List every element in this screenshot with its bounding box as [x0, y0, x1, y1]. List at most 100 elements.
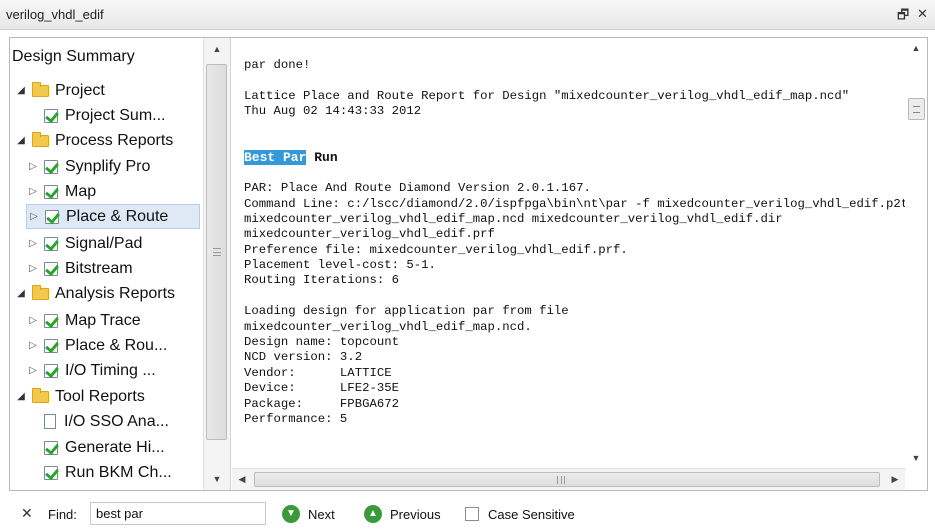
report-line: Design name: topcount — [244, 335, 399, 350]
find-input[interactable] — [90, 502, 266, 525]
report-line — [244, 289, 904, 304]
tree-item[interactable]: ◢ Analysis Reports — [14, 281, 175, 306]
expand-arrow-icon[interactable]: ▷ — [26, 315, 40, 326]
check-icon — [44, 184, 58, 199]
report-line: mixedcounter_verilog_vhdl_edif.prf — [244, 227, 495, 242]
report-text: par done! Lattice Place and Route Report … — [244, 58, 909, 427]
check-icon — [44, 363, 58, 378]
tree-item[interactable]: I/O SSO Ana... — [26, 409, 169, 434]
report-line: PAR: Place And Route Diamond Version 2.0… — [244, 181, 591, 196]
report-line: Thu Aug 02 14:43:33 2012 — [244, 104, 422, 119]
report-line: mixedcounter_verilog_vhdl_edif_map.ncd m… — [244, 211, 783, 226]
scroll-up-icon[interactable]: ▲ — [905, 38, 927, 58]
heading-rest: Run — [306, 150, 338, 166]
tree-item-label: Synplify Pro — [65, 157, 151, 175]
scroll-down-icon[interactable]: ▼ — [204, 468, 230, 490]
collapse-arrow-icon[interactable]: ◢ — [14, 391, 28, 402]
tree-item-label: Place & Route — [66, 207, 169, 225]
close-find-icon[interactable]: ✕ — [21, 505, 33, 522]
tree-item[interactable]: ▷ Map Trace — [26, 308, 140, 333]
document-icon — [44, 414, 56, 429]
tree-header[interactable]: Design Summary — [10, 38, 202, 70]
tree-item[interactable]: ▷ Signal/Pad — [26, 231, 142, 256]
case-sensitive-label: Case Sensitive — [488, 506, 575, 522]
checkbox-icon[interactable] — [465, 507, 479, 521]
report-scroll-thumb[interactable] — [908, 98, 925, 120]
next-label: Next — [308, 506, 335, 522]
report-line: NCD version: 3.2 — [244, 350, 363, 365]
report-line: Preference file: mixedcounter_verilog_vh… — [244, 242, 628, 257]
tree-item-label: Process Reports — [55, 131, 174, 149]
collapse-arrow-icon[interactable]: ◢ — [14, 85, 28, 96]
folder-icon — [32, 387, 49, 403]
collapse-arrow-icon[interactable]: ◢ — [14, 288, 28, 299]
close-icon[interactable]: ✕ — [917, 6, 928, 22]
expand-arrow-icon[interactable]: ▷ — [26, 238, 40, 249]
check-icon — [44, 236, 58, 251]
tree-item[interactable]: Generate Hi... — [26, 435, 165, 460]
tree-item-label: Signal/Pad — [65, 234, 143, 252]
tree-item[interactable]: Project Sum... — [26, 103, 165, 128]
expand-arrow-icon[interactable]: ▷ — [27, 211, 41, 222]
report-line: mixedcounter_verilog_vhdl_edif_map.ncd. — [244, 319, 532, 334]
report-line — [244, 135, 904, 150]
tree-scrollbar[interactable]: ▲ ▼ — [203, 38, 230, 490]
report-hscroll-thumb[interactable] — [254, 472, 880, 487]
tree-item-label: Project — [55, 81, 105, 99]
check-icon — [44, 108, 58, 123]
tree-item-label: Project Sum... — [65, 106, 166, 124]
report-line: Command Line: c:/lscc/diamond/2.0/ispfpg… — [244, 196, 909, 211]
report-line: Lattice Place and Route Report for Desig… — [244, 88, 850, 103]
tree-item-label: Run BKM Ch... — [65, 463, 172, 481]
tree-item[interactable]: Run BKM Ch... — [26, 460, 172, 485]
tree-item-label: Analysis Reports — [55, 284, 176, 302]
case-sensitive-checkbox[interactable]: Case Sensitive — [465, 503, 575, 525]
expand-arrow-icon[interactable]: ▷ — [26, 161, 40, 172]
expand-arrow-icon[interactable]: ▷ — [26, 340, 40, 351]
tree-item[interactable]: ◢ Tool Reports — [14, 384, 145, 409]
next-button[interactable]: ▼ Next — [282, 503, 335, 525]
report-line: Vendor: LATTICE — [244, 365, 392, 380]
report-line — [244, 166, 904, 181]
tree-item[interactable]: ◢ Process Reports — [14, 128, 173, 153]
tree-item[interactable]: ▷ Synplify Pro — [26, 154, 150, 179]
report-vertical-scrollbar[interactable]: ▲ ▼ — [905, 38, 927, 468]
previous-label: Previous — [390, 506, 441, 522]
tree-item-label: I/O SSO Ana... — [64, 412, 169, 430]
folder-icon — [32, 131, 49, 147]
report-horizontal-scrollbar[interactable]: ◀ ▶ — [232, 468, 905, 490]
report-line: Best Par Run — [244, 150, 904, 166]
tree-item[interactable]: ▷ Bitstream — [26, 256, 132, 281]
report-line: Placement level-cost: 5-1. — [244, 258, 436, 273]
tree-item-label: Map — [65, 182, 97, 200]
tree-item-label: Generate Hi... — [65, 438, 165, 456]
tree-item[interactable]: ▷ Map — [26, 179, 96, 204]
tree-item-label: I/O Timing ... — [65, 361, 156, 379]
report-panel: Design Summary ◢ Project Project Sum... ◢ Pr… — [9, 37, 928, 491]
tree-item-label: Place & Rou... — [65, 336, 168, 354]
expand-arrow-icon[interactable]: ▷ — [26, 186, 40, 197]
tree-scroll-thumb[interactable] — [206, 64, 227, 440]
arrow-up-icon: ▲ — [364, 505, 382, 523]
search-highlight: Best Par — [244, 150, 307, 166]
scroll-right-icon[interactable]: ▶ — [885, 469, 905, 490]
tree-item[interactable]: ▷ Place & Route — [26, 204, 200, 229]
report-view[interactable]: par done! Lattice Place and Route Report … — [232, 38, 927, 490]
previous-button[interactable]: ▲ Previous — [364, 503, 441, 525]
restore-icon[interactable]: 🗗 — [897, 6, 909, 28]
report-line — [244, 120, 904, 135]
collapse-arrow-icon[interactable]: ◢ — [14, 135, 28, 146]
report-line: Routing Iterations: 6 — [244, 273, 399, 288]
tree-item[interactable]: ▷ Place & Rou... — [26, 333, 167, 358]
scroll-down-icon[interactable]: ▼ — [905, 448, 927, 468]
report-line — [244, 73, 904, 88]
tree-item[interactable]: ▷ I/O Timing ... — [26, 358, 156, 383]
check-icon — [44, 338, 58, 353]
check-icon — [44, 465, 58, 480]
tree-item[interactable]: ◢ Project — [14, 78, 105, 103]
scroll-left-icon[interactable]: ◀ — [232, 469, 252, 490]
report-line: Loading design for application par from … — [244, 304, 569, 319]
expand-arrow-icon[interactable]: ▷ — [26, 263, 40, 274]
expand-arrow-icon[interactable]: ▷ — [26, 365, 40, 376]
scroll-up-icon[interactable]: ▲ — [204, 38, 230, 60]
